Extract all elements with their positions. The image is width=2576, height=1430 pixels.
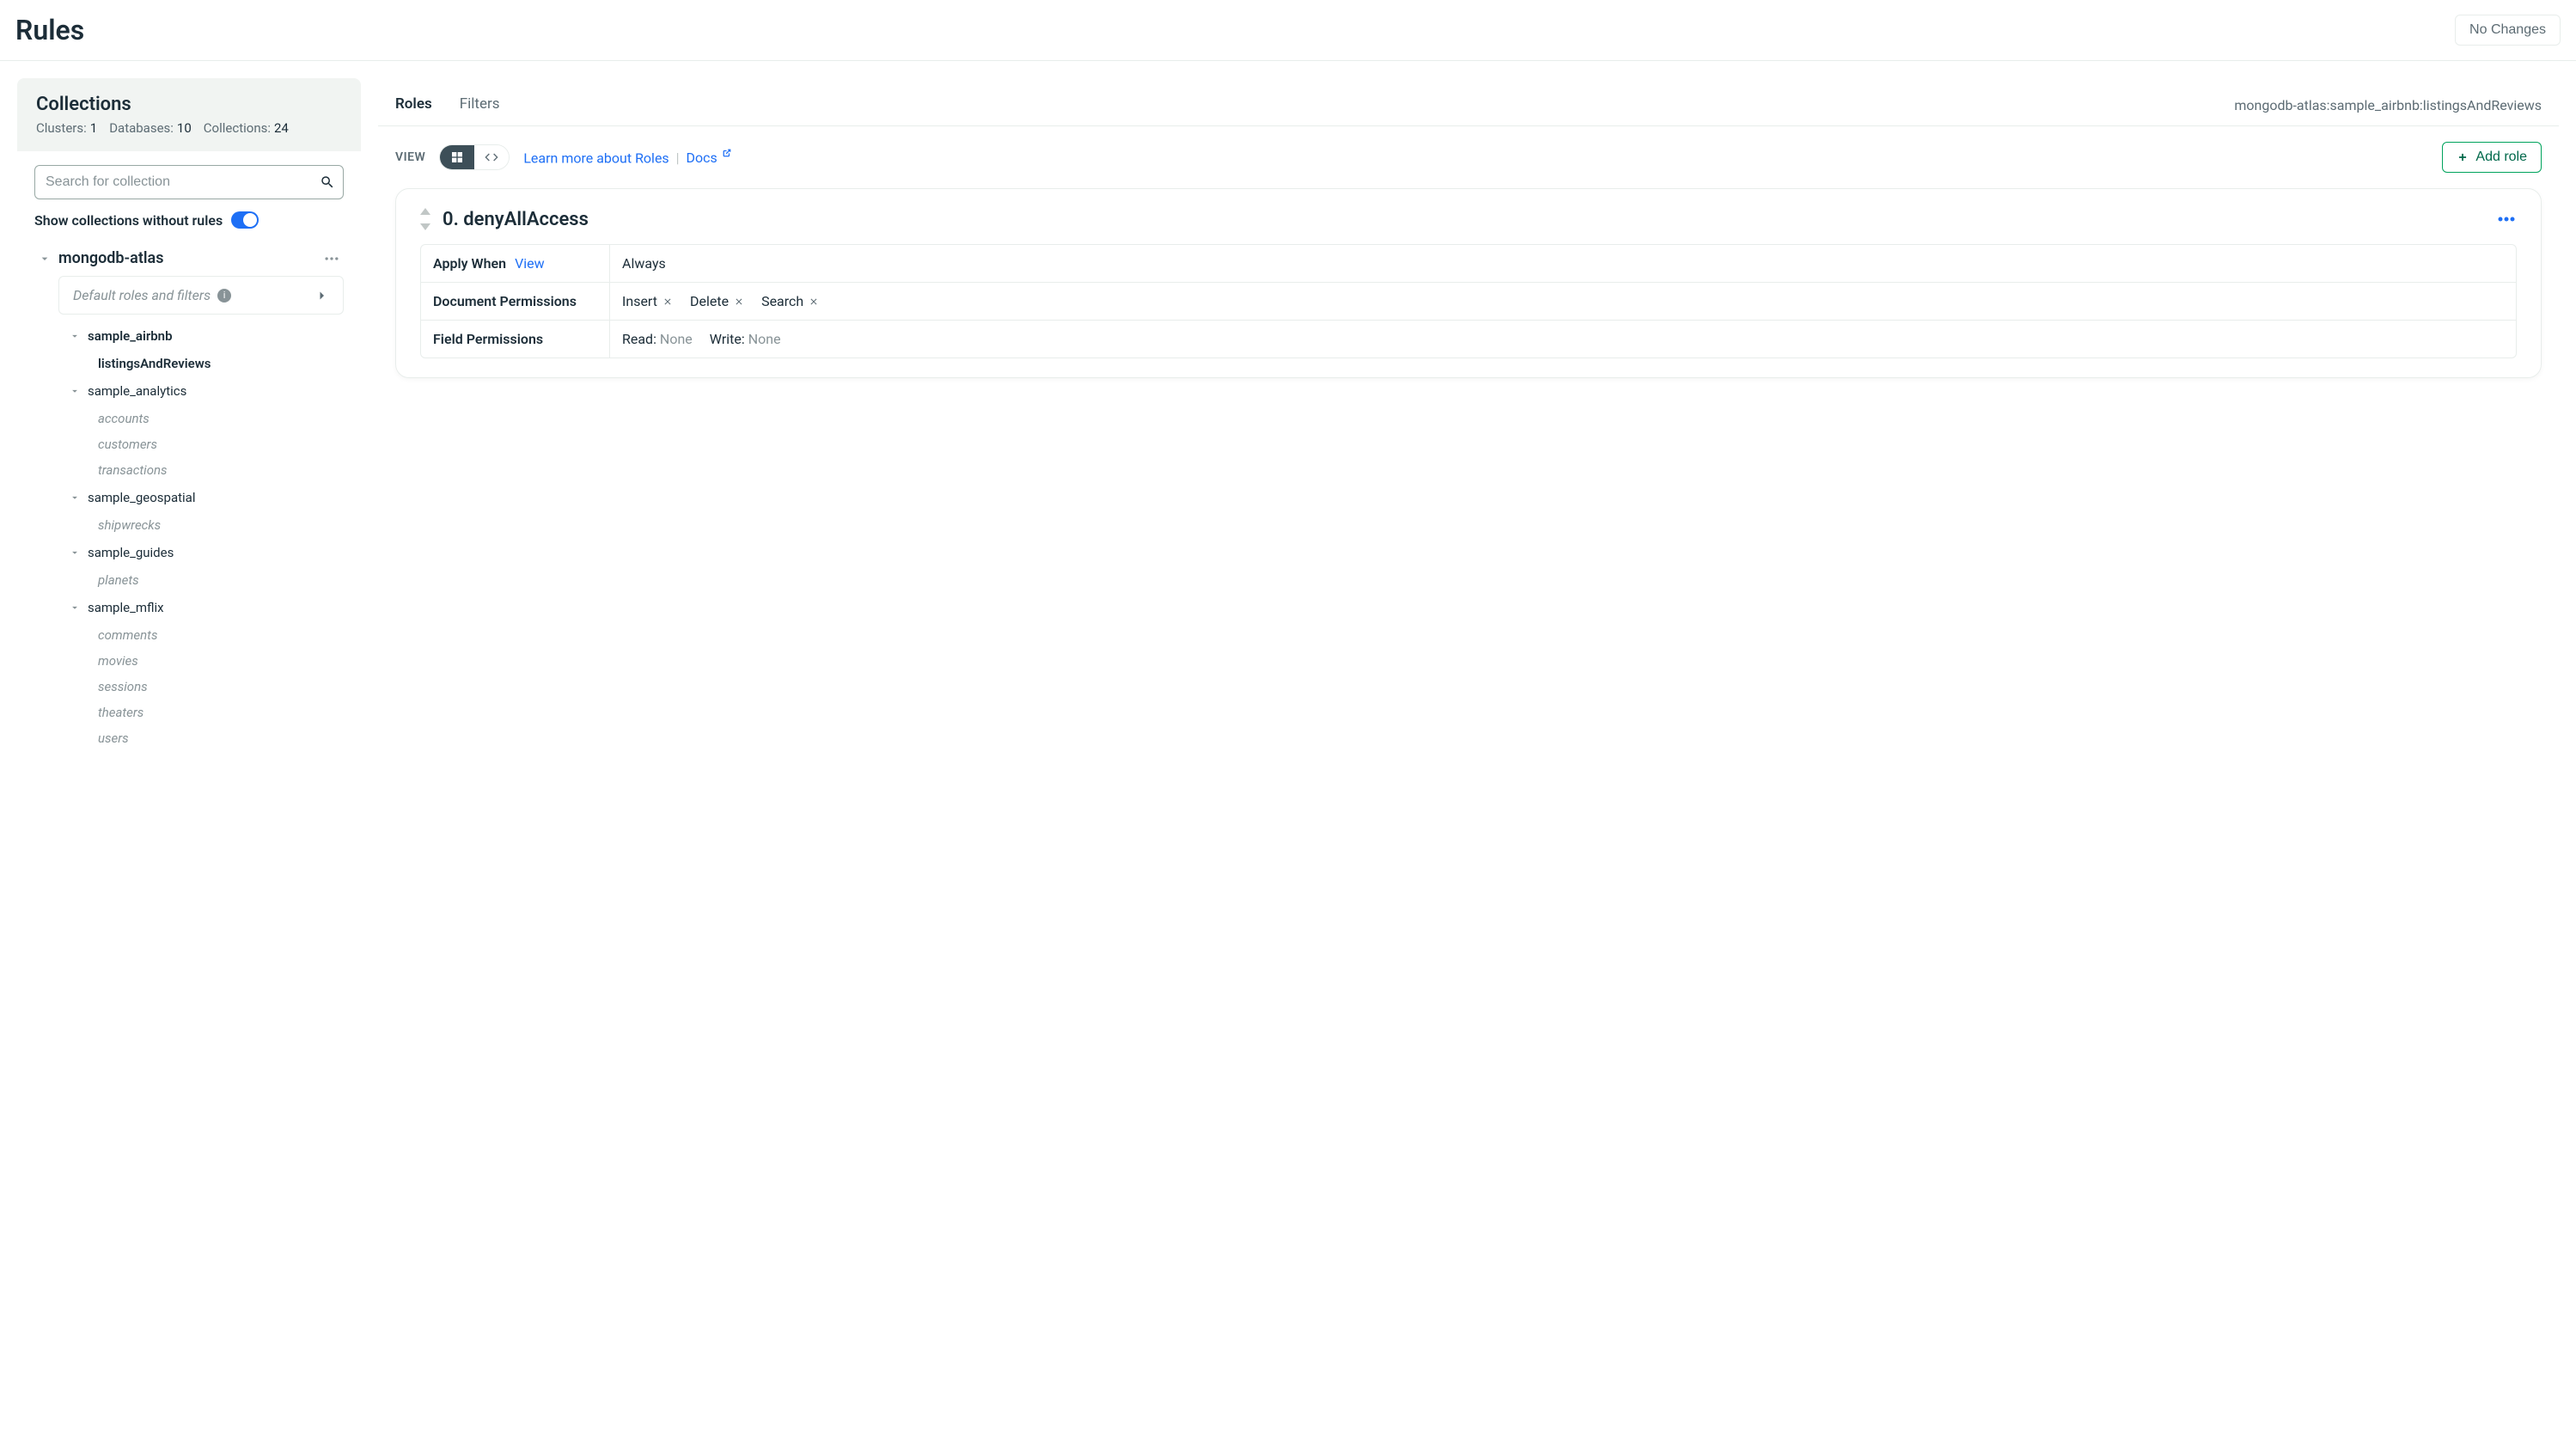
stat-collections-label: Collections: — [204, 120, 271, 136]
apply-when-view-link[interactable]: View — [515, 255, 545, 272]
collection-row[interactable]: transactions — [34, 457, 344, 483]
main-content: Roles Filters mongodb-atlas:sample_airbn… — [378, 78, 2559, 765]
arrow-down-icon[interactable] — [420, 223, 430, 230]
chevron-down-icon — [69, 330, 81, 342]
collections-stats: Clusters:1 Databases:10 Collections:24 — [36, 120, 342, 136]
collection-row[interactable]: theaters — [34, 700, 344, 725]
collection-row[interactable]: comments — [34, 622, 344, 648]
write-value: None — [748, 331, 781, 347]
stat-clusters-value: 1 — [90, 120, 97, 136]
collection-row[interactable]: accounts — [34, 406, 344, 431]
database-row[interactable]: sample_airbnb — [34, 321, 344, 351]
doc-perms-label: Document Permissions — [421, 283, 610, 320]
permission-label: Delete — [690, 293, 729, 309]
stat-databases-value: 10 — [177, 120, 192, 136]
separator: | — [676, 150, 680, 166]
search-icon[interactable] — [320, 174, 335, 190]
collection-row[interactable]: users — [34, 725, 344, 751]
page-title: Rules — [15, 14, 84, 46]
sidebar: Collections Clusters:1 Databases:10 Coll… — [17, 78, 361, 765]
add-role-label: Add role — [2475, 150, 2527, 165]
view-grid-button[interactable] — [440, 145, 474, 169]
default-roles-label: Default roles and filters — [73, 287, 211, 303]
arrow-up-icon[interactable] — [420, 208, 430, 215]
add-role-button[interactable]: Add role — [2442, 142, 2542, 173]
collection-row[interactable]: listingsAndReviews — [34, 351, 344, 376]
permission-label: Search — [761, 293, 803, 309]
database-tree: sample_airbnb listingsAndReviews sample_an… — [34, 321, 344, 751]
external-link-icon — [723, 149, 731, 157]
search-input[interactable] — [34, 165, 344, 199]
field-perms-value: Read: None Write: None — [610, 321, 2516, 358]
breadcrumb: mongodb-atlas:sample_airbnb:listingsAndR… — [2234, 97, 2542, 113]
no-changes-button: No Changes — [2455, 15, 2561, 46]
chevron-right-icon — [314, 288, 329, 303]
role-card: 0. denyAllAccess Apply When View Always … — [395, 188, 2542, 378]
docs-label: Docs — [687, 150, 717, 166]
show-collections-toggle[interactable] — [231, 211, 259, 229]
database-name: sample_geospatial — [88, 490, 195, 505]
collections-title: Collections — [36, 94, 342, 115]
collections-header: Collections Clusters:1 Databases:10 Coll… — [17, 78, 361, 151]
collection-row[interactable]: planets — [34, 567, 344, 593]
view-toggle — [439, 144, 510, 170]
collection-row[interactable]: movies — [34, 648, 344, 674]
collection-row[interactable]: shipwrecks — [34, 512, 344, 538]
database-name: sample_guides — [88, 545, 174, 560]
apply-when-value: Always — [610, 245, 2516, 282]
x-icon — [734, 296, 744, 307]
toggle-label: Show collections without rules — [34, 212, 223, 229]
stat-collections-value: 24 — [274, 120, 289, 136]
learn-more-link[interactable]: Learn more about Roles — [523, 150, 668, 166]
stat-databases-label: Databases: — [109, 120, 174, 136]
default-roles-row[interactable]: Default roles and filters i — [58, 276, 344, 315]
database-name: sample_mflix — [88, 600, 164, 615]
permission-item: Delete — [690, 293, 744, 309]
permission-item: Search — [761, 293, 819, 309]
view-code-button[interactable] — [474, 145, 509, 169]
tab-filters[interactable]: Filters — [460, 85, 500, 125]
write-label: Write: — [710, 331, 745, 347]
chevron-down-icon — [38, 252, 52, 266]
database-row[interactable]: sample_analytics — [34, 376, 344, 406]
tab-roles[interactable]: Roles — [395, 85, 432, 125]
x-icon — [662, 296, 673, 307]
database-row[interactable]: sample_geospatial — [34, 483, 344, 512]
datasource-name: mongodb-atlas — [58, 249, 163, 267]
field-perms-label: Field Permissions — [421, 321, 610, 358]
database-row[interactable]: sample_mflix — [34, 593, 344, 622]
chevron-down-icon — [69, 602, 81, 614]
doc-perms-value: Insert Delete Search — [610, 283, 2516, 320]
chevron-down-icon — [69, 547, 81, 559]
view-label: VIEW — [395, 150, 425, 164]
stat-clusters-label: Clusters: — [36, 120, 87, 136]
read-value: None — [660, 331, 693, 347]
more-icon[interactable] — [323, 250, 340, 267]
permission-label: Insert — [622, 293, 657, 309]
role-menu-icon[interactable] — [2496, 209, 2517, 229]
role-table: Apply When View Always Document Permissi… — [420, 244, 2517, 358]
plus-icon — [2457, 151, 2469, 163]
chevron-down-icon — [69, 385, 81, 397]
apply-when-label: Apply When — [433, 255, 506, 272]
datasource-row[interactable]: mongodb-atlas — [34, 241, 344, 276]
database-name: sample_analytics — [88, 383, 186, 399]
read-label: Read: — [622, 331, 656, 347]
role-name: 0. denyAllAccess — [443, 209, 589, 230]
info-icon: i — [217, 289, 231, 302]
reorder-arrows[interactable] — [420, 208, 430, 230]
database-name: sample_airbnb — [88, 328, 173, 344]
collection-row[interactable]: sessions — [34, 674, 344, 700]
docs-link[interactable]: Docs — [687, 150, 731, 166]
chevron-down-icon — [69, 492, 81, 504]
collection-row[interactable]: customers — [34, 431, 344, 457]
permission-item: Insert — [622, 293, 673, 309]
x-icon — [809, 296, 819, 307]
database-row[interactable]: sample_guides — [34, 538, 344, 567]
